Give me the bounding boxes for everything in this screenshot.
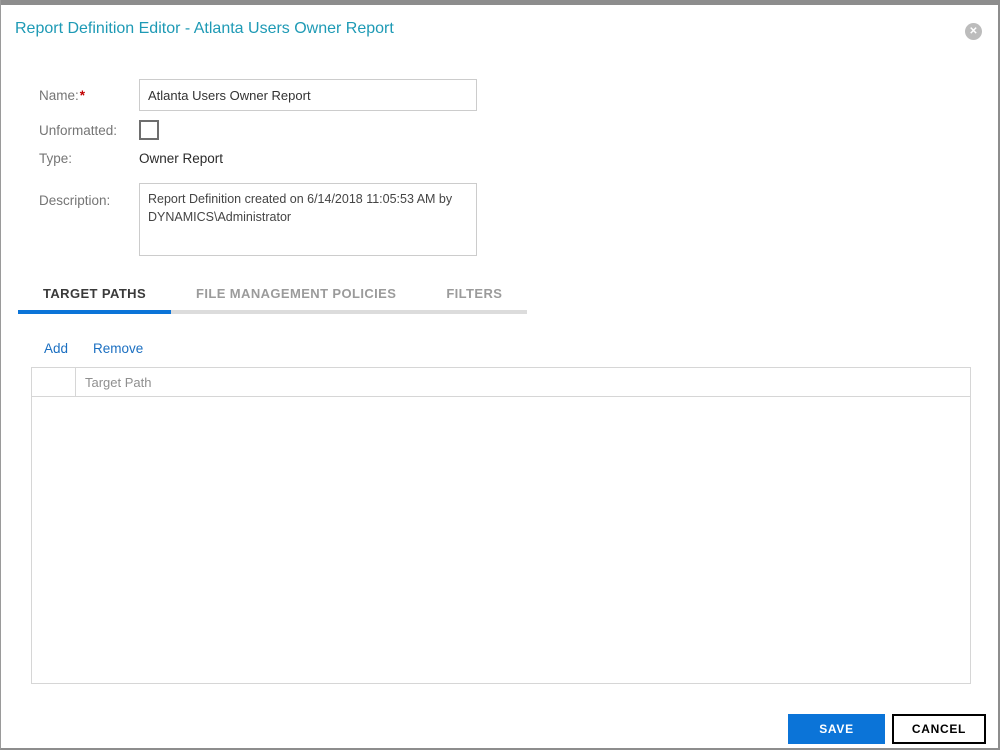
name-row: Name:*	[39, 79, 998, 111]
save-button[interactable]: SAVE	[788, 714, 885, 744]
tab-file-management-policies[interactable]: FILE MANAGEMENT POLICIES	[171, 286, 421, 314]
tab-target-paths[interactable]: TARGET PATHS	[18, 286, 172, 314]
target-paths-table: Target Path	[31, 367, 971, 684]
description-label: Description:	[39, 193, 111, 208]
unformatted-row: Unformatted:	[39, 120, 998, 140]
close-icon[interactable]: ✕	[965, 23, 982, 40]
unformatted-checkbox[interactable]	[139, 120, 159, 140]
dialog-footer: SAVE CANCEL	[1, 714, 986, 744]
report-definition-form: Name:* Unformatted: Type: Owner Report D…	[39, 79, 998, 256]
unformatted-label: Unformatted:	[39, 122, 118, 138]
tab-filters[interactable]: FILTERS	[421, 286, 527, 314]
type-row: Type: Owner Report	[39, 150, 998, 166]
name-input[interactable]	[139, 79, 477, 111]
type-label: Type:	[39, 150, 73, 166]
report-definition-editor-dialog: Report Definition Editor - Atlanta Users…	[0, 0, 1000, 750]
type-value: Owner Report	[139, 150, 224, 166]
required-asterisk: *	[79, 87, 86, 103]
table-header-row: Target Path	[32, 368, 970, 397]
dialog-title-bar: Report Definition Editor - Atlanta Users…	[1, 5, 998, 43]
add-link[interactable]: Add	[44, 341, 68, 357]
name-label: Name:*	[39, 88, 139, 103]
name-label-text: Name:	[39, 87, 79, 103]
description-row: Description: Report Definition created o…	[39, 183, 998, 256]
target-paths-toolbar: Add Remove	[44, 341, 998, 357]
table-body-empty	[32, 397, 970, 683]
remove-link[interactable]: Remove	[93, 341, 143, 357]
cancel-button[interactable]: CANCEL	[892, 714, 986, 744]
description-textarea[interactable]: Report Definition created on 6/14/2018 1…	[139, 183, 477, 256]
selection-column-header	[32, 368, 76, 396]
dialog-title: Report Definition Editor - Atlanta Users…	[15, 20, 394, 37]
target-path-column-header: Target Path	[85, 374, 152, 390]
tab-strip: TARGET PATHS FILE MANAGEMENT POLICIES FI…	[18, 286, 528, 314]
